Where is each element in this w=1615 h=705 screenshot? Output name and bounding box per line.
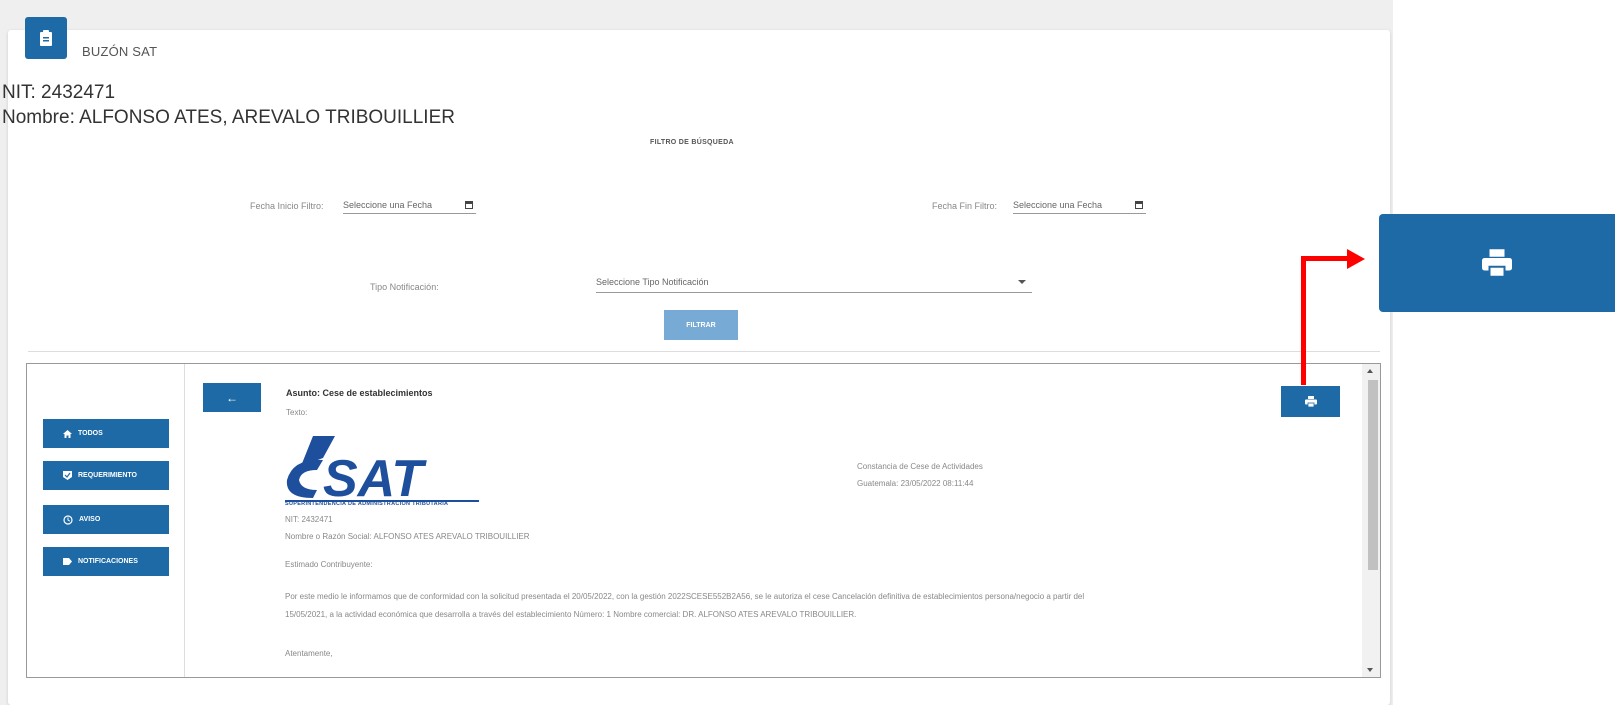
certificate-title: Constancia de Cese de Actividades — [857, 462, 983, 471]
closing: Atentamente, — [285, 649, 333, 658]
taxpayer-name: Nombre: ALFONSO ATES, AREVALO TRIBOUILLI… — [2, 107, 455, 128]
end-date-placeholder: Seleccione una Fecha — [1013, 200, 1103, 210]
scroll-up-arrow-icon[interactable] — [1367, 369, 1373, 373]
start-date-field[interactable]: Seleccione una Fecha — [343, 197, 476, 214]
message-panel: TODOS REQUERIMIENTO AVISO NOTIFICACIONES… — [26, 363, 1381, 678]
notification-type-select[interactable]: Seleccione Tipo Notificación — [596, 272, 1032, 293]
nav-label: TODOS — [78, 430, 103, 437]
start-date-placeholder: Seleccione una Fecha — [343, 200, 433, 210]
start-date-label: Fecha Inicio Filtro: — [250, 201, 324, 211]
check-badge-icon — [63, 471, 72, 480]
end-date-label: Fecha Fin Filtro: — [932, 201, 998, 211]
nav-todos-button[interactable]: TODOS — [43, 419, 169, 448]
end-date-field[interactable]: Seleccione una Fecha — [1013, 197, 1146, 214]
print-button-zoomed[interactable] — [1379, 214, 1615, 312]
nav-label: AVISO — [79, 516, 101, 523]
nav-label: NOTIFICACIONES — [78, 558, 138, 565]
scroll-down-arrow-icon[interactable] — [1367, 668, 1373, 672]
nav-label: REQUERIMIENTO — [78, 472, 137, 479]
message-paragraph: Por este medio le informamos que de conf… — [285, 592, 1085, 601]
notification-nav: TODOS REQUERIMIENTO AVISO NOTIFICACIONES — [27, 364, 185, 677]
notification-type-placeholder: Seleccione Tipo Notificación — [596, 277, 709, 287]
message-paragraph: 15/05/2021, a la actividad económica que… — [285, 610, 857, 619]
filter-title: FILTRO DE BÚSQUEDA — [650, 139, 734, 146]
nav-notificaciones-button[interactable]: NOTIFICACIONES — [43, 547, 169, 576]
message-body: Por este medio le informamos que de conf… — [285, 588, 1285, 624]
printer-icon — [1482, 249, 1512, 277]
divider — [28, 351, 1380, 352]
arrow-left-icon: ← — [226, 390, 238, 405]
calendar-icon[interactable] — [1135, 201, 1143, 209]
printer-icon — [1304, 396, 1317, 407]
clipboard-icon — [25, 17, 67, 59]
scroll-thumb[interactable] — [1368, 380, 1378, 570]
print-button[interactable] — [1281, 386, 1340, 417]
calendar-icon[interactable] — [465, 201, 473, 209]
taxpayer-nit: NIT: 2432471 — [2, 82, 116, 103]
back-button[interactable]: ← — [203, 383, 261, 412]
certificate-date: Guatemala: 23/05/2022 08:11:44 — [857, 479, 974, 488]
clock-icon — [63, 514, 73, 525]
svg-text:SAT: SAT — [323, 450, 427, 508]
callout-arrow-head-icon — [1347, 249, 1365, 269]
recipient-nit: NIT: 2432471 — [285, 515, 333, 524]
nav-aviso-button[interactable]: AVISO — [43, 505, 169, 534]
chevron-down-icon — [1018, 280, 1026, 284]
greeting: Estimado Contribuyente: — [285, 560, 373, 569]
notification-type-label: Tipo Notificación: — [370, 282, 439, 292]
nav-requerimiento-button[interactable]: REQUERIMIENTO — [43, 461, 169, 490]
message-subject: Asunto: Cese de establecimientos — [286, 388, 433, 398]
sat-logo-subtitle: SUPERINTENDENCIA DE ADMINISTRACION TRIBU… — [285, 501, 449, 507]
recipient-name: Nombre o Razón Social: ALFONSO ATES AREV… — [285, 532, 530, 541]
filter-button[interactable]: FILTRAR — [664, 310, 738, 340]
home-icon — [63, 429, 72, 438]
callout-arrow-shaft — [1301, 258, 1306, 385]
vertical-scrollbar[interactable] — [1362, 364, 1380, 677]
page-title: BUZÓN SAT — [82, 44, 158, 59]
message-text-label: Texto: — [286, 408, 308, 417]
callout-arrow-horizontal — [1301, 256, 1349, 261]
label-icon — [63, 558, 72, 565]
